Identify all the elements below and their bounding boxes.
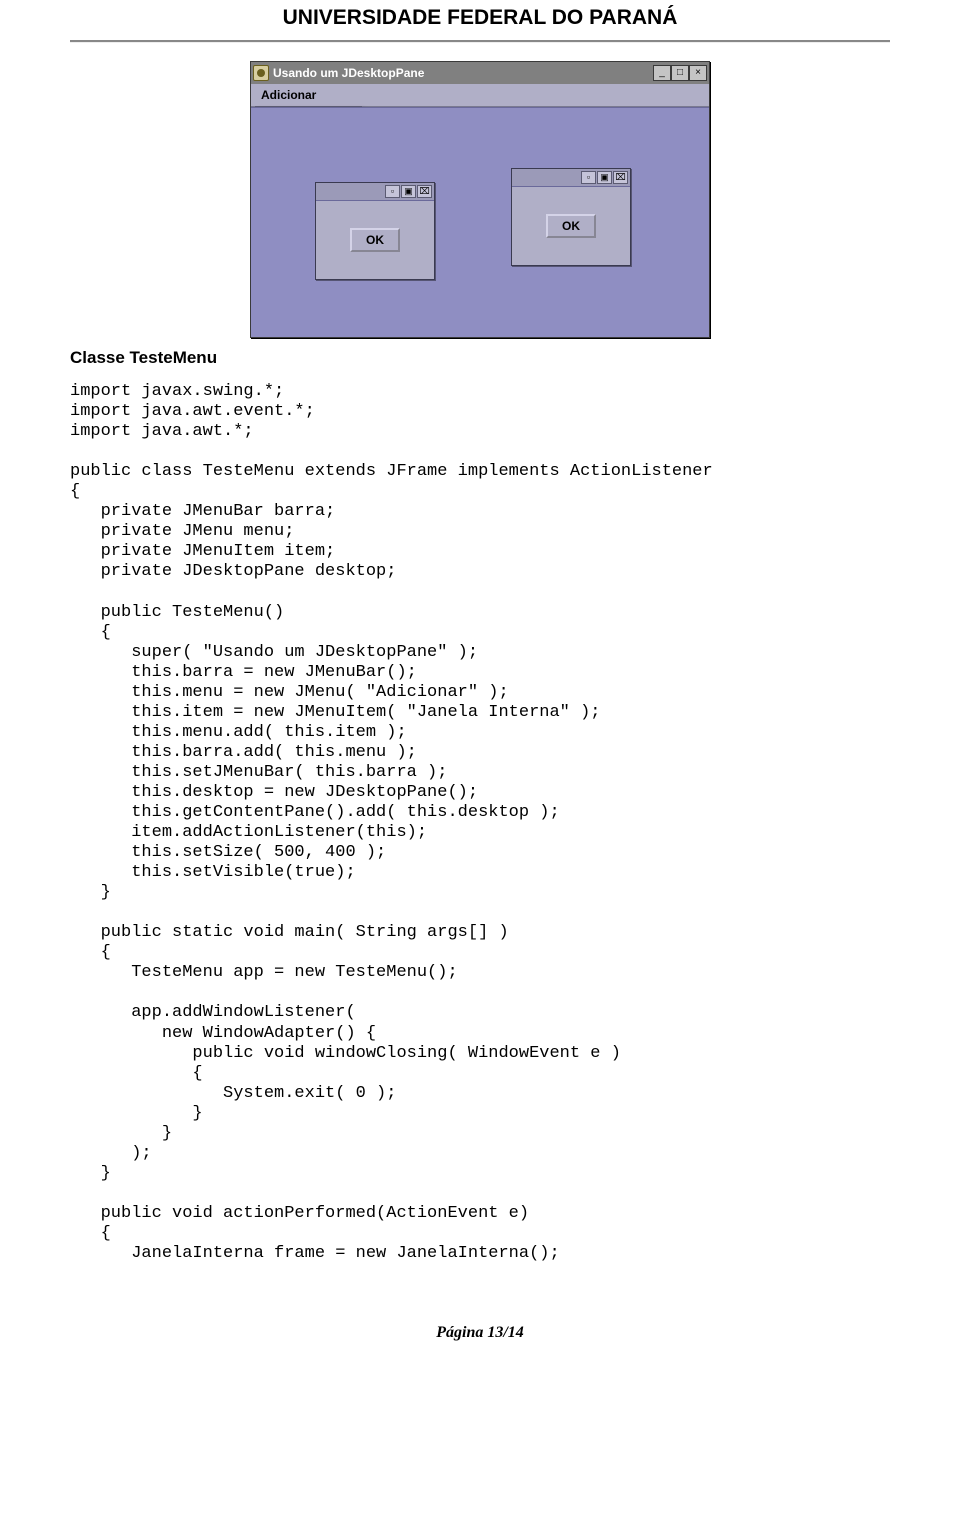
ok-button[interactable]: OK (546, 214, 596, 238)
minimize-button[interactable]: _ (653, 65, 671, 81)
iconify-icon[interactable]: ▫ (581, 171, 596, 184)
app-window: Usando um JDesktopPane _ □ × Adicionar J… (250, 61, 710, 338)
internal-frame-titlebar: ▫ ▣ ⌧ (316, 183, 434, 201)
close-icon[interactable]: ⌧ (613, 171, 628, 184)
titlebar: Usando um JDesktopPane _ □ × (251, 62, 709, 84)
internal-frame-body: OK (316, 201, 434, 279)
close-button[interactable]: × (689, 65, 707, 81)
window-title: Usando um JDesktopPane (273, 66, 653, 80)
page-number: Página 13/14 (70, 1324, 890, 1342)
internal-frame[interactable]: ▫ ▣ ⌧ OK (315, 182, 435, 280)
screenshot-container: Usando um JDesktopPane _ □ × Adicionar J… (70, 61, 890, 338)
desktop-pane: ▫ ▣ ⌧ OK ▫ ▣ ⌧ OK (251, 107, 709, 337)
ok-button[interactable]: OK (350, 228, 400, 252)
code-block: import javax.swing.*; import java.awt.ev… (70, 382, 890, 1264)
menu-adicionar[interactable]: Adicionar (255, 87, 322, 103)
internal-frame-body: OK (512, 187, 630, 265)
internal-frame[interactable]: ▫ ▣ ⌧ OK (511, 168, 631, 266)
maximize-icon[interactable]: ▣ (597, 171, 612, 184)
maximize-button[interactable]: □ (671, 65, 689, 81)
iconify-icon[interactable]: ▫ (385, 185, 400, 198)
page-header: UNIVERSIDADE FEDERAL DO PARANÁ (70, 0, 890, 40)
header-divider (70, 40, 890, 43)
section-heading: Classe TesteMenu (70, 348, 890, 368)
maximize-icon[interactable]: ▣ (401, 185, 416, 198)
close-icon[interactable]: ⌧ (417, 185, 432, 198)
menu-bar: Adicionar (251, 84, 709, 107)
java-cup-icon (253, 65, 269, 81)
internal-frame-titlebar: ▫ ▣ ⌧ (512, 169, 630, 187)
document-page: UNIVERSIDADE FEDERAL DO PARANÁ Usando um… (0, 0, 960, 1382)
window-controls: _ □ × (653, 65, 707, 81)
